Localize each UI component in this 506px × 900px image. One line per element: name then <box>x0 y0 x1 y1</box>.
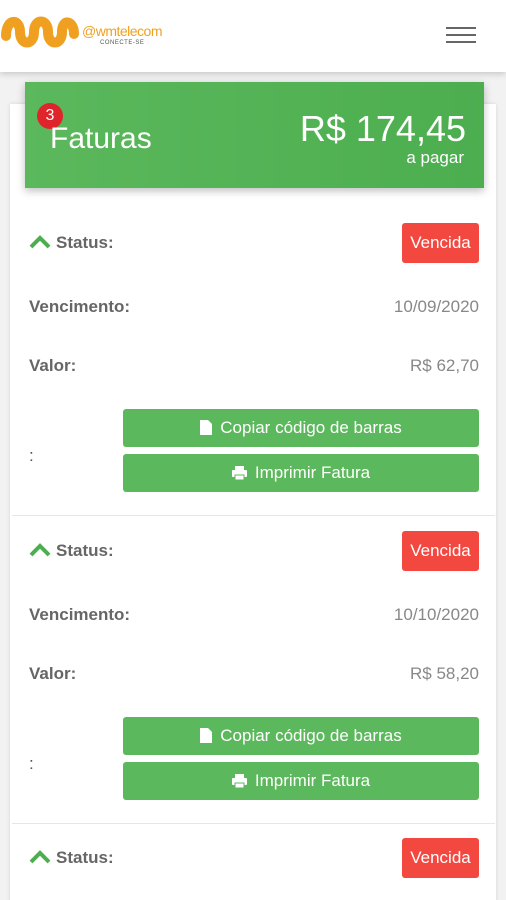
file-icon <box>200 420 213 435</box>
due-date-label: Vencimento: <box>29 605 131 624</box>
due-date-value: 10/10/2020 <box>393 605 479 624</box>
due-date-label: Vencimento: <box>29 297 131 316</box>
total-amount: R$ 174,45 <box>299 108 466 149</box>
value-amount: R$ 62,70 <box>410 356 479 375</box>
menu-icon[interactable] <box>446 24 478 46</box>
print-invoice-button[interactable]: Imprimir Fatura <box>123 454 479 492</box>
chevron-up-icon[interactable] <box>29 543 51 557</box>
copy-barcode-button[interactable]: Copiar código de barras <box>123 717 479 755</box>
status-label: Status: <box>56 541 114 560</box>
print-invoice-button[interactable]: Imprimir Fatura <box>123 762 479 800</box>
file-icon <box>200 728 213 743</box>
invoice-card: Status: Vencida <box>12 824 495 900</box>
chevron-up-icon[interactable] <box>29 235 51 249</box>
logo-icon <box>1 16 79 48</box>
brand-logo[interactable]: @wmtelecom CONECTE-SE <box>0 6 163 62</box>
value-amount: R$ 58,20 <box>410 664 479 683</box>
copy-barcode-label: Copiar código de barras <box>220 726 402 745</box>
print-icon <box>231 774 247 789</box>
status-label: Status: <box>56 848 114 867</box>
print-invoice-label: Imprimir Fatura <box>254 771 371 790</box>
status-badge: Vencida <box>402 531 479 571</box>
print-icon <box>231 466 247 481</box>
status-badge: Vencida <box>402 223 479 263</box>
top-bar: @wmtelecom CONECTE-SE <box>0 0 506 72</box>
value-label: Valor: <box>29 664 77 683</box>
copy-barcode-label: Copiar código de barras <box>220 418 402 437</box>
invoice-card: Status: Vencida Vencimento: 10/09/2020 V… <box>12 208 495 516</box>
copy-barcode-button[interactable]: Copiar código de barras <box>123 409 479 447</box>
brand-tagline: CONECTE-SE <box>100 40 145 46</box>
due-date-value: 10/09/2020 <box>393 297 479 316</box>
value-label: Valor: <box>29 356 77 375</box>
status-badge: Vencida <box>402 838 479 878</box>
total-amount-label: a pagar <box>406 148 464 167</box>
brand-name: @wmtelecom <box>82 23 163 39</box>
invoice-card: Status: Vencida Vencimento: 10/10/2020 V… <box>12 516 495 824</box>
page-title: Faturas <box>50 122 152 155</box>
barcode-label: : <box>29 446 34 465</box>
print-invoice-label: Imprimir Fatura <box>254 463 371 482</box>
invoices-summary-card: 3 Faturas R$ 174,45 a pagar <box>25 82 484 188</box>
chevron-up-icon[interactable] <box>29 850 51 864</box>
status-label: Status: <box>56 233 114 252</box>
barcode-label: : <box>29 754 34 773</box>
